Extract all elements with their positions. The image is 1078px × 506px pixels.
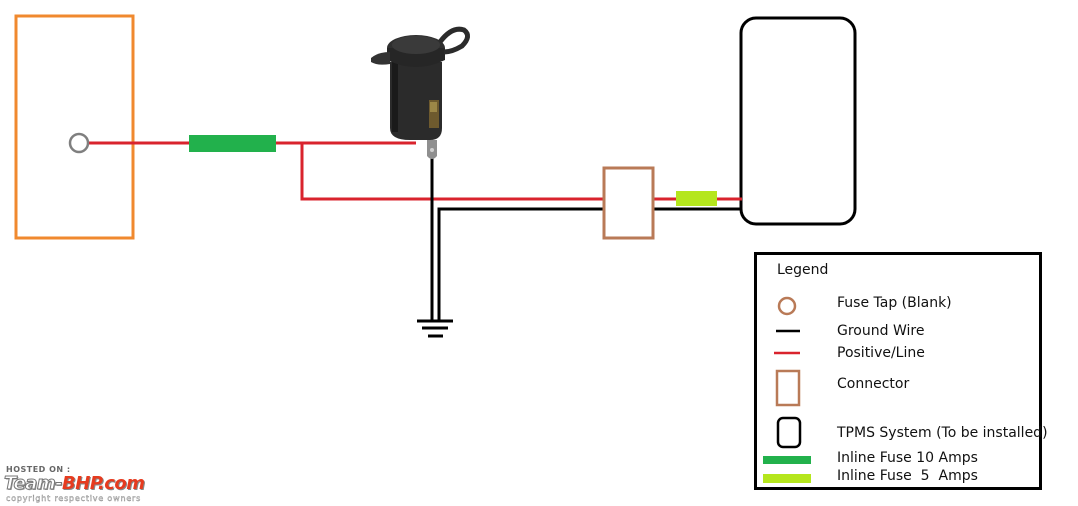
- legend-label-positive-line: Positive/Line: [837, 345, 925, 361]
- tpms-legend-icon: [776, 416, 802, 449]
- fuse-5a-legend-icon: [763, 474, 811, 483]
- ground-symbol-icon: [417, 319, 453, 338]
- watermark-brand-bhp: BHP.com: [62, 473, 145, 494]
- positive-wire-legend-icon: [774, 351, 800, 355]
- power-socket-icon[interactable]: [371, 26, 470, 159]
- legend-title: Legend: [777, 262, 829, 278]
- ground-wire-legend-icon: [776, 329, 800, 333]
- watermark: HOSTED ON : Team-BHP.com copyright respe…: [3, 465, 194, 503]
- connector[interactable]: [602, 166, 655, 240]
- watermark-brand-team: Team-: [3, 473, 63, 495]
- legend-label-fuse-5a: Inline Fuse 5 Amps: [837, 468, 978, 484]
- ground-wire-tpms: [437, 207, 742, 320]
- connector-legend-icon: [775, 369, 801, 407]
- legend-label-fuse-10a: Inline Fuse 10 Amps: [837, 450, 978, 466]
- inline-fuse-5a[interactable]: [676, 191, 717, 206]
- fuse-10a-legend-icon: [763, 456, 811, 464]
- fuse-tap-icon[interactable]: [68, 132, 90, 154]
- inline-fuse-10a[interactable]: [189, 135, 276, 152]
- legend-label-fuse-tap: Fuse Tap (Blank): [837, 295, 952, 311]
- legend-label-connector: Connector: [837, 376, 910, 392]
- tpms-system[interactable]: [739, 16, 857, 226]
- legend-label-tpms: TPMS System (To be installed): [837, 425, 1048, 441]
- watermark-brand: Team-BHP.com: [3, 473, 145, 495]
- positive-wire-branch: [300, 143, 604, 201]
- fuse-box[interactable]: [14, 14, 135, 240]
- watermark-copyright: copyright respective owners: [6, 494, 142, 503]
- legend-label-ground-wire: Ground Wire: [837, 323, 925, 339]
- legend: Legend Fuse Tap (Blank) Ground Wire Posi…: [754, 252, 1048, 490]
- fuse-tap-legend-icon: [777, 296, 797, 316]
